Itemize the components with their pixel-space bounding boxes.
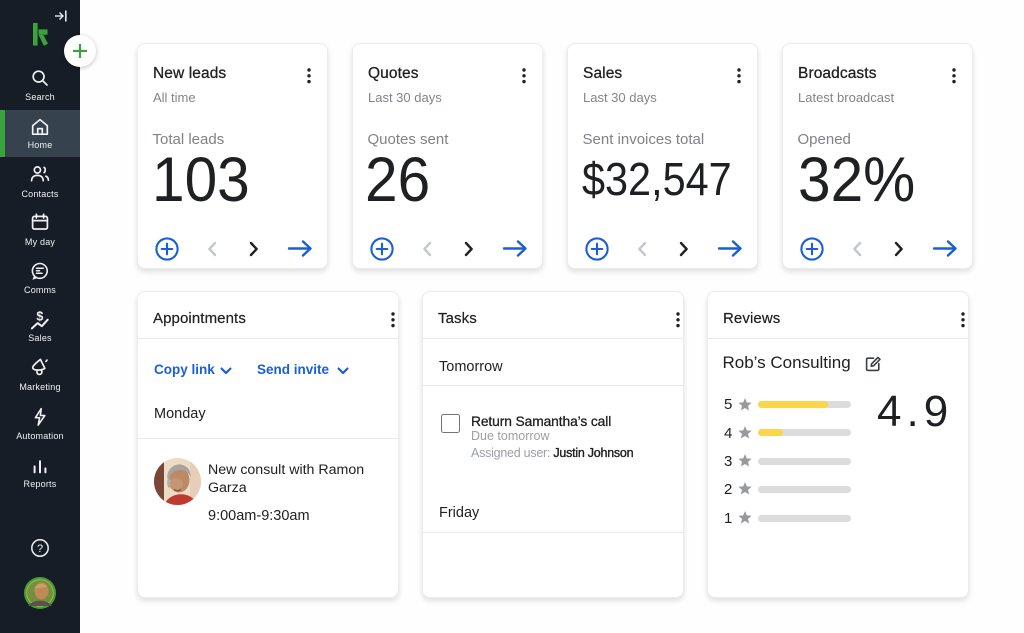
svg-text:$: $ [36, 309, 43, 323]
svg-text:?: ? [37, 543, 43, 555]
